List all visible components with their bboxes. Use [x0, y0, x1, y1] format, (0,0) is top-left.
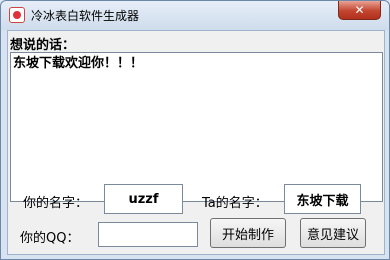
- client-area: 想说的话： 东坡下载欢迎你！！！ 你的名字： uzzf Ta的名字： 东坡下载 …: [7, 30, 385, 255]
- feedback-button[interactable]: 意见建议: [300, 218, 366, 248]
- app-window: 冷冰表白软件生成器 ✕ 想说的话： 东坡下载欢迎你！！！ 你的名字： uzzf …: [0, 0, 390, 260]
- ta-name-label: Ta的名字：: [202, 196, 268, 211]
- qq-input[interactable]: [98, 222, 198, 247]
- start-button[interactable]: 开始制作: [210, 218, 286, 248]
- your-name-label: 你的名字：: [23, 196, 89, 211]
- qq-label: 你的QQ：: [20, 231, 80, 246]
- message-textarea[interactable]: 东坡下载欢迎你！！！: [10, 52, 383, 202]
- app-heart-icon: [9, 7, 25, 23]
- message-label: 想说的话：: [10, 38, 76, 53]
- title-bar[interactable]: 冷冰表白软件生成器 ✕: [1, 1, 389, 30]
- close-button[interactable]: ✕: [338, 1, 381, 20]
- window-title: 冷冰表白软件生成器: [31, 9, 140, 23]
- ta-name-input[interactable]: 东坡下载: [284, 184, 361, 214]
- your-name-input[interactable]: uzzf: [104, 184, 183, 214]
